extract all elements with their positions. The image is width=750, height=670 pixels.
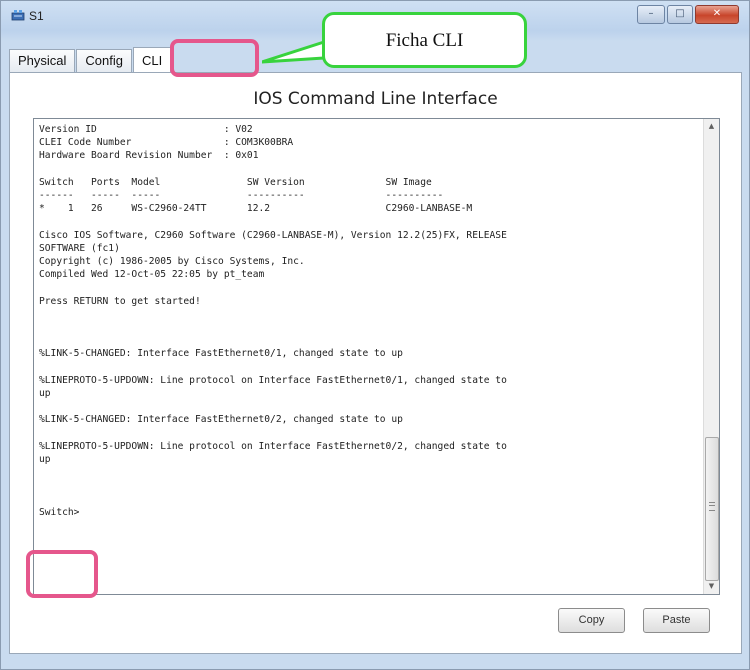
terminal-line: %LINK-5-CHANGED: Interface FastEthernet0…: [39, 348, 403, 360]
minimize-button[interactable]: –: [637, 5, 665, 24]
terminal-output[interactable]: Version ID : V02 CLEI Code Number : COM3K…: [39, 123, 699, 594]
terminal-scrollbar[interactable]: ▲ ▼: [703, 119, 719, 594]
arrow-down-icon[interactable]: ▼: [704, 579, 719, 594]
device-window: S1 – □ ✕ Physical Config CLI IOS Command…: [0, 0, 750, 670]
terminal-line: Switch>: [39, 506, 80, 518]
cli-tab-highlight: [170, 39, 259, 77]
maximize-button[interactable]: □: [667, 5, 693, 24]
grip-icon: [709, 502, 715, 511]
terminal-line: CLEI Code Number : COM3K00BRA: [39, 137, 294, 149]
terminal-line: %LINEPROTO-5-UPDOWN: Line protocol on In…: [39, 440, 507, 452]
cli-panel: IOS Command Line Interface Version ID : …: [9, 72, 742, 654]
callout-label: Ficha CLI: [385, 30, 464, 51]
cli-terminal[interactable]: Version ID : V02 CLEI Code Number : COM3K…: [33, 118, 720, 595]
callout-pointer: [262, 40, 326, 64]
terminal-line: %LINK-5-CHANGED: Interface FastEthernet0…: [39, 414, 403, 426]
terminal-line: up: [39, 454, 51, 466]
scrollbar-thumb[interactable]: [705, 437, 719, 581]
tab-physical[interactable]: Physical: [9, 49, 76, 72]
terminal-line: %LINEPROTO-5-UPDOWN: Line protocol on In…: [39, 374, 507, 386]
terminal-line: Copyright (c) 1986-2005 by Cisco Systems…: [39, 256, 305, 268]
network-device-icon: [11, 10, 25, 21]
copy-button[interactable]: Copy: [558, 608, 625, 633]
terminal-line: up: [39, 388, 51, 400]
terminal-line: SOFTWARE (fc1): [39, 242, 120, 254]
tab-cli[interactable]: CLI: [133, 47, 172, 73]
prompt-highlight: [26, 550, 98, 598]
terminal-line: Press RETURN to get started!: [39, 295, 201, 307]
window-title: S1: [29, 9, 44, 23]
terminal-line: * 1 26 WS-C2960-24TT 12.2 C2960-LANBASE-…: [39, 203, 473, 215]
close-button[interactable]: ✕: [695, 5, 739, 24]
cli-heading: IOS Command Line Interface: [253, 89, 498, 109]
arrow-up-icon[interactable]: ▲: [704, 119, 719, 134]
window-controls: – □ ✕: [637, 5, 739, 24]
paste-button[interactable]: Paste: [643, 608, 710, 633]
tab-bar: Physical Config CLI: [9, 46, 172, 73]
terminal-line: Cisco IOS Software, C2960 Software (C296…: [39, 229, 507, 241]
terminal-line: Hardware Board Revision Number : 0x01: [39, 150, 259, 162]
terminal-line: ------ ----- ----- ---------- ----------: [39, 190, 444, 202]
tab-config[interactable]: Config: [76, 49, 132, 72]
callout-box: Ficha CLI: [322, 12, 527, 68]
terminal-line: Switch Ports Model SW Version SW Image: [39, 176, 432, 188]
terminal-line: Compiled Wed 12-Oct-05 22:05 by pt_team: [39, 269, 265, 281]
terminal-line: Version ID : V02: [39, 124, 253, 135]
